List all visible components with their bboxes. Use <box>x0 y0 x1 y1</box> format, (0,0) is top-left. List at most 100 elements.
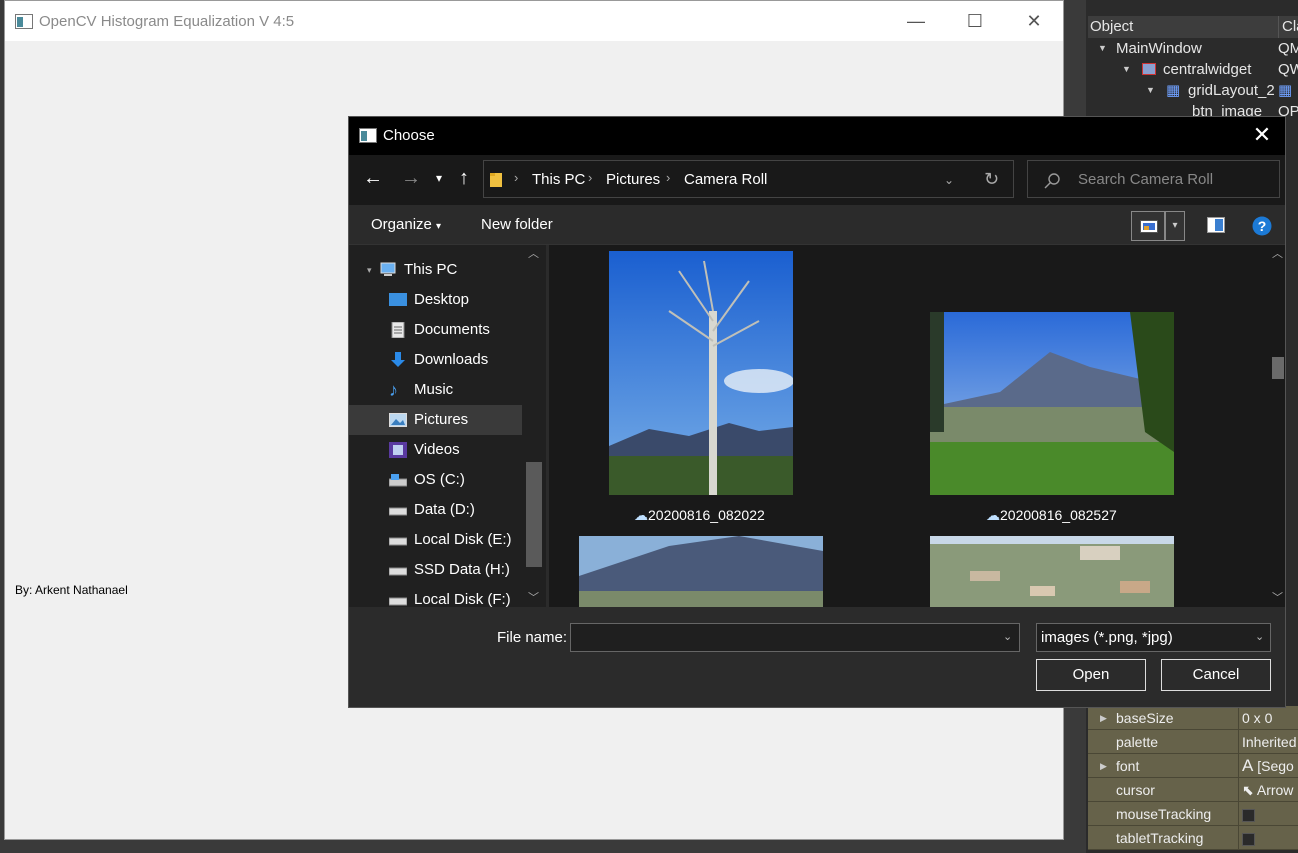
nav-item-music[interactable]: ♪ Music <box>349 375 522 405</box>
photo-valley-icon <box>930 312 1174 495</box>
help-icon[interactable]: ? <box>1252 216 1272 236</box>
drive-icon <box>389 597 407 606</box>
nav-scroll-thumb[interactable] <box>526 462 542 567</box>
breadcrumb-pictures[interactable]: Pictures <box>606 171 660 188</box>
tree-item-gridlayout[interactable]: ▼ ▦ gridLayout_2 ▦ <box>1088 80 1298 101</box>
address-history-chevron-icon[interactable]: ⌄ <box>944 173 954 187</box>
forward-arrow-icon[interactable]: → <box>401 167 421 190</box>
desktop-icon <box>389 293 407 306</box>
refresh-icon[interactable]: ↻ <box>984 169 999 190</box>
maximize-button[interactable]: ☐ <box>952 9 998 35</box>
nav-item-ssd-data-h[interactable]: SSD Data (H:) <box>349 555 522 585</box>
widget-icon <box>1142 63 1156 75</box>
file-list-scroll-thumb[interactable] <box>1272 357 1284 379</box>
search-placeholder: Search Camera Roll <box>1078 171 1214 188</box>
prop-cursor[interactable]: cursor ⬉ Arrow <box>1088 778 1298 802</box>
prop-tablettracking[interactable]: tabletTracking <box>1088 826 1298 850</box>
pictures-icon <box>389 413 407 427</box>
file-thumbnail[interactable] <box>930 536 1174 607</box>
tree-item-centralwidget[interactable]: ▼ centralwidget QW <box>1088 59 1298 80</box>
search-box[interactable]: Search Camera Roll <box>1027 160 1280 198</box>
prop-basesize[interactable]: ▶ baseSize 0 x 0 <box>1088 706 1298 730</box>
breadcrumb-this-pc[interactable]: This PC <box>532 171 585 188</box>
file-thumbnail[interactable] <box>930 312 1174 495</box>
dialog-title: Choose <box>383 127 435 144</box>
file-thumbnail[interactable] <box>579 536 823 607</box>
recent-locations-chevron-icon[interactable]: ▾ <box>436 171 442 185</box>
back-arrow-icon[interactable]: ← <box>363 167 383 190</box>
drive-icon <box>389 537 407 546</box>
cancel-button[interactable]: Cancel <box>1161 659 1271 691</box>
file-name-input[interactable]: ⌄ <box>570 623 1020 652</box>
scroll-up-icon[interactable]: ︿ <box>1272 245 1283 261</box>
dialog-close-button[interactable]: ✕ <box>1239 117 1285 155</box>
tree-item-btn-image[interactable]: btn_image QP <box>1088 101 1298 117</box>
minimize-button[interactable]: — <box>893 9 939 35</box>
prop-mousetracking[interactable]: mouseTracking <box>1088 802 1298 826</box>
object-column-header[interactable]: Object <box>1090 16 1133 38</box>
view-options-dropdown-icon[interactable]: ▾ <box>1165 211 1185 241</box>
file-type-dropdown-icon: ⌄ <box>1255 631 1265 643</box>
file-name-dropdown-icon[interactable]: ⌄ <box>1003 630 1012 643</box>
music-icon: ♪ <box>389 380 398 400</box>
nav-item-downloads[interactable]: Downloads <box>349 345 522 375</box>
app-titlebar: OpenCV Histogram Equalization V 4:5 — ☐ … <box>5 1 1063 41</box>
svg-text:?: ? <box>1258 218 1267 234</box>
cloud-icon: ☁ <box>634 507 648 523</box>
close-app-button[interactable]: ✕ <box>1011 9 1057 35</box>
view-thumbnails-icon <box>1140 220 1158 233</box>
dialog-icon <box>359 128 377 143</box>
nav-item-pictures[interactable]: Pictures <box>349 405 522 435</box>
nav-item-data-d[interactable]: Data (D:) <box>349 495 522 525</box>
preview-pane-icon[interactable] <box>1207 217 1225 233</box>
nav-item-local-disk-f[interactable]: Local Disk (F:) <box>349 585 522 607</box>
nav-item-local-disk-e[interactable]: Local Disk (E:) <box>349 525 522 555</box>
organize-dropdown-icon: ▾ <box>436 221 442 232</box>
collapse-chevron-icon[interactable]: ▾ <box>367 255 372 285</box>
up-arrow-icon[interactable]: ↑ <box>459 167 469 190</box>
drive-icon <box>389 507 407 516</box>
drive-icon <box>389 567 407 576</box>
folder-icon <box>490 173 502 187</box>
open-button[interactable]: Open <box>1036 659 1146 691</box>
prop-font[interactable]: ▶ font A [Sego <box>1088 754 1298 778</box>
scroll-up-icon[interactable]: ︿ <box>528 245 539 261</box>
mousetracking-checkbox[interactable] <box>1242 808 1255 822</box>
search-icon <box>1044 173 1060 189</box>
file-label[interactable]: ☁20200816_082022 <box>634 507 765 524</box>
file-list-view: ☁20200816_082022 ☁20200816_082527 <box>549 245 1271 607</box>
organize-menu[interactable]: Organize ▾ <box>371 216 441 233</box>
nav-item-videos[interactable]: Videos <box>349 435 522 465</box>
scroll-down-icon[interactable]: ﹀ <box>528 589 539 605</box>
drive-icon <box>389 474 407 487</box>
file-list-scrollbar[interactable]: ︿ ﹀ <box>1271 245 1285 607</box>
cursor-arrow-icon: ⬉ <box>1242 782 1254 798</box>
file-label[interactable]: ☁20200816_082527 <box>986 507 1117 524</box>
breadcrumb-camera-roll[interactable]: Camera Roll <box>684 171 767 188</box>
nav-item-documents[interactable]: Documents <box>349 315 522 345</box>
tablettracking-checkbox[interactable] <box>1242 832 1255 846</box>
navigation-pane: ▾ This PC Desktop Documents Downloads ♪ … <box>349 245 546 607</box>
app-window-icon <box>15 14 33 29</box>
scroll-down-icon[interactable]: ﹀ <box>1272 589 1283 605</box>
address-bar[interactable]: › This PC › Pictures › Camera Roll ⌄ ↻ <box>483 160 1014 198</box>
photo-tree-mountain-icon <box>609 251 793 495</box>
prop-palette[interactable]: palette Inherited <box>1088 730 1298 754</box>
file-thumbnail[interactable] <box>609 251 793 495</box>
nav-item-desktop[interactable]: Desktop <box>349 285 522 315</box>
nav-item-this-pc[interactable]: ▾ This PC <box>349 255 522 285</box>
new-folder-button[interactable]: New folder <box>481 216 553 233</box>
navigation-bar: ← → ▾ ↑ › This PC › Pictures › Camera Ro… <box>349 155 1285 205</box>
downloads-icon <box>391 352 405 367</box>
dialog-footer: File name: ⌄ images (*.png, *jpg) ⌄ Open… <box>349 607 1285 707</box>
class-column-header[interactable]: Cla <box>1278 16 1298 38</box>
nav-item-os-c[interactable]: OS (C:) <box>349 465 522 495</box>
tree-item-mainwindow[interactable]: ▼ MainWindow QM <box>1088 38 1298 59</box>
videos-icon <box>389 442 407 458</box>
nav-pane-scrollbar[interactable]: ︿ ﹀ <box>524 245 544 607</box>
author-label: By: Arkent Nathanael <box>15 583 128 597</box>
photo-town-icon <box>930 536 1174 607</box>
photo-mountain-icon <box>579 536 823 607</box>
file-type-select[interactable]: images (*.png, *jpg) ⌄ <box>1036 623 1271 652</box>
change-view-button[interactable] <box>1131 211 1165 241</box>
